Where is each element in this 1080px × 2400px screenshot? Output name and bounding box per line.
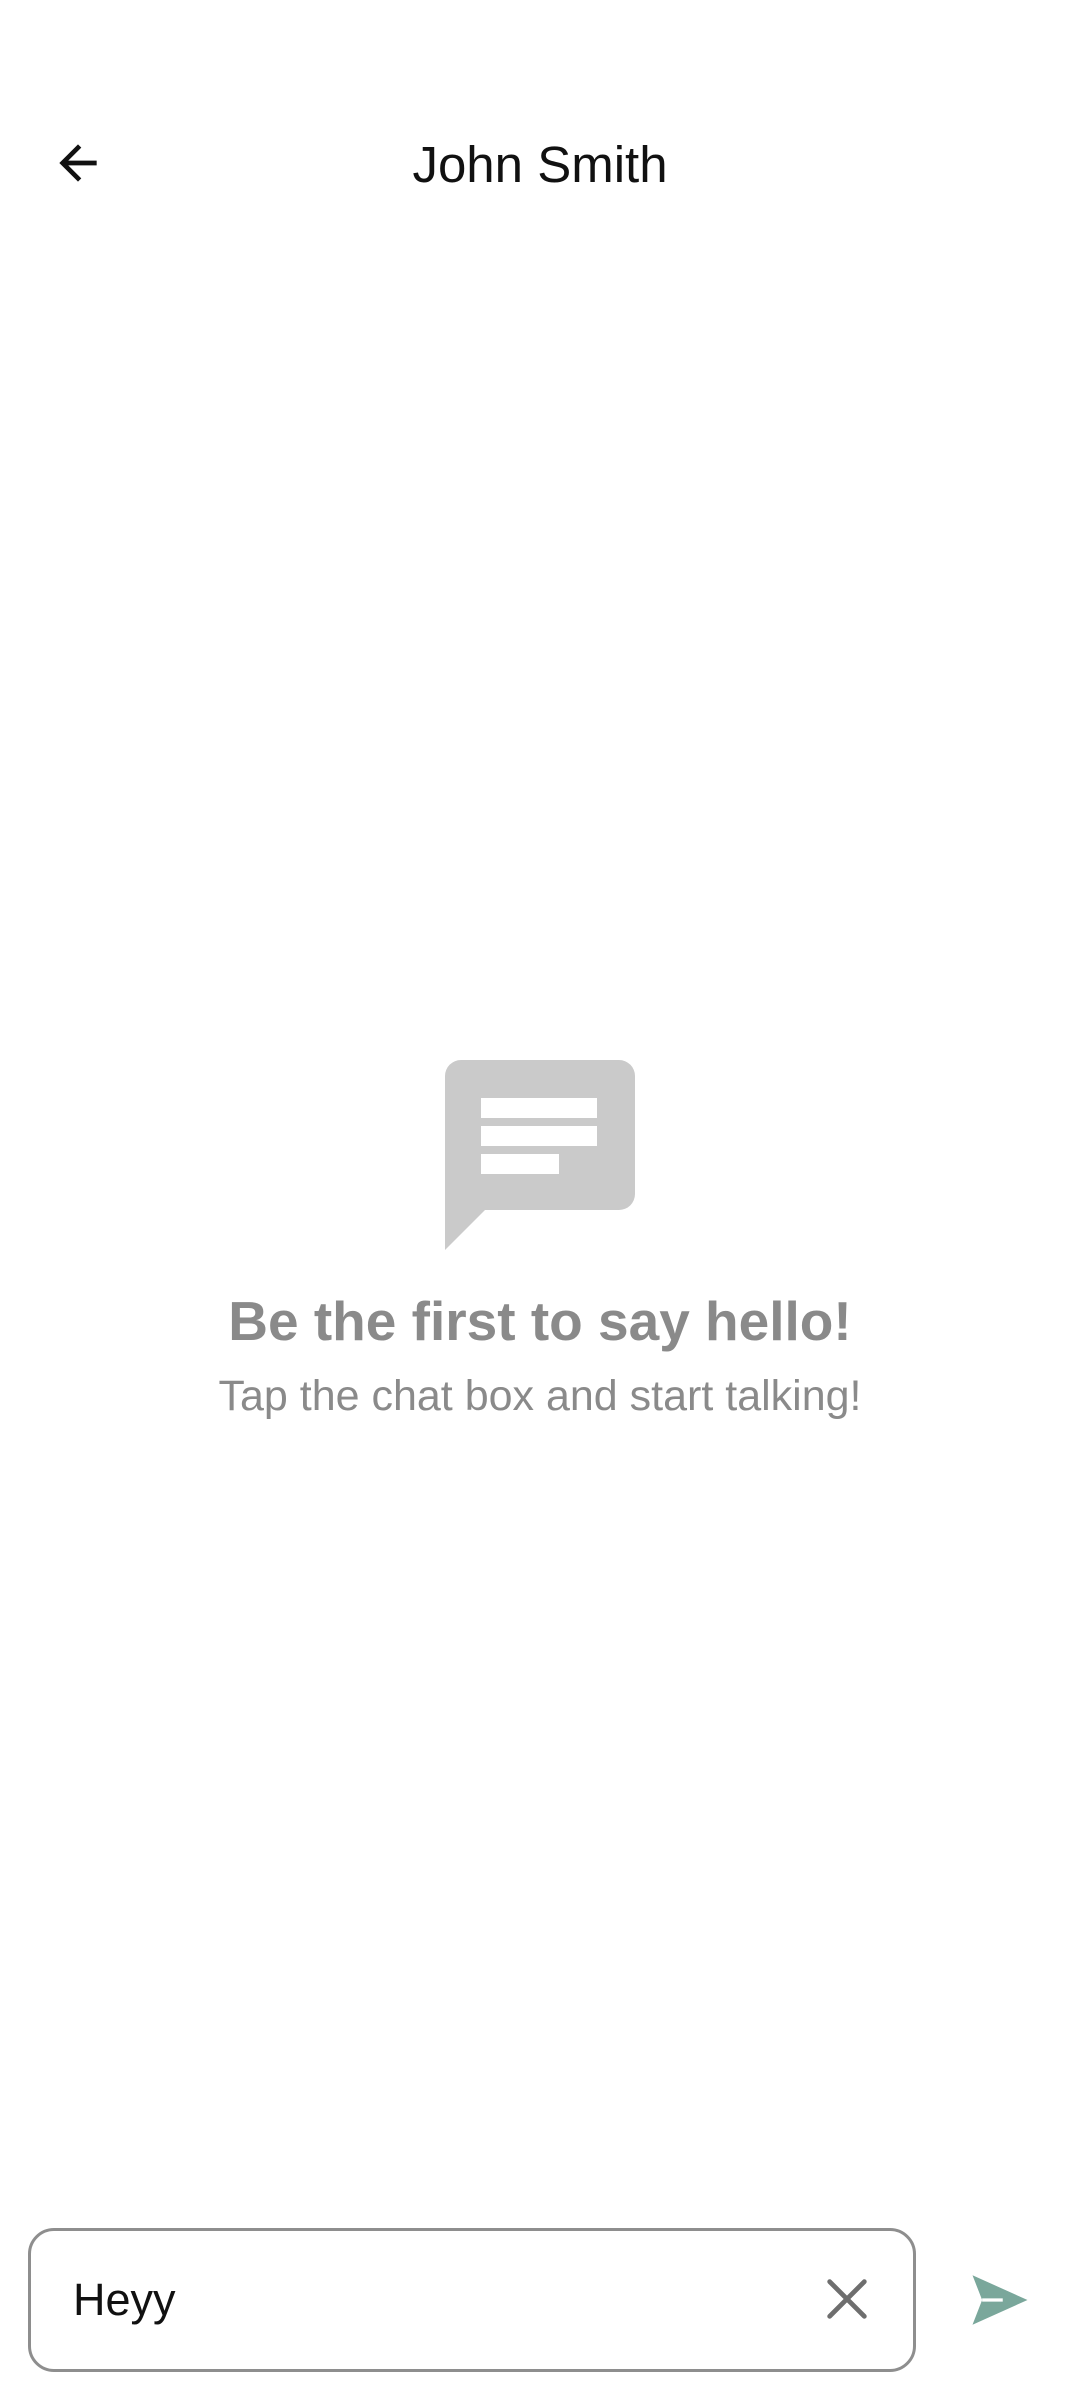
send-icon: [972, 2275, 1028, 2325]
clear-button[interactable]: [809, 2261, 885, 2337]
empty-state-heading: Be the first to say hello!: [228, 1290, 852, 1352]
app-bar: John Smith: [0, 0, 1080, 240]
send-button[interactable]: [940, 2240, 1060, 2360]
message-input[interactable]: [73, 2231, 813, 2369]
page-title: John Smith: [412, 136, 668, 193]
empty-state-subtext: Tap the chat box and start talking!: [218, 1372, 862, 1420]
message-composer: [28, 2228, 916, 2372]
empty-state: Be the first to say hello! Tap the chat …: [0, 1060, 1080, 1426]
chat-screen: John Smith Be the first to say hello! Ta…: [0, 0, 1080, 2400]
chat-bubble-icon: [445, 1060, 635, 1250]
close-icon: [827, 2279, 867, 2319]
